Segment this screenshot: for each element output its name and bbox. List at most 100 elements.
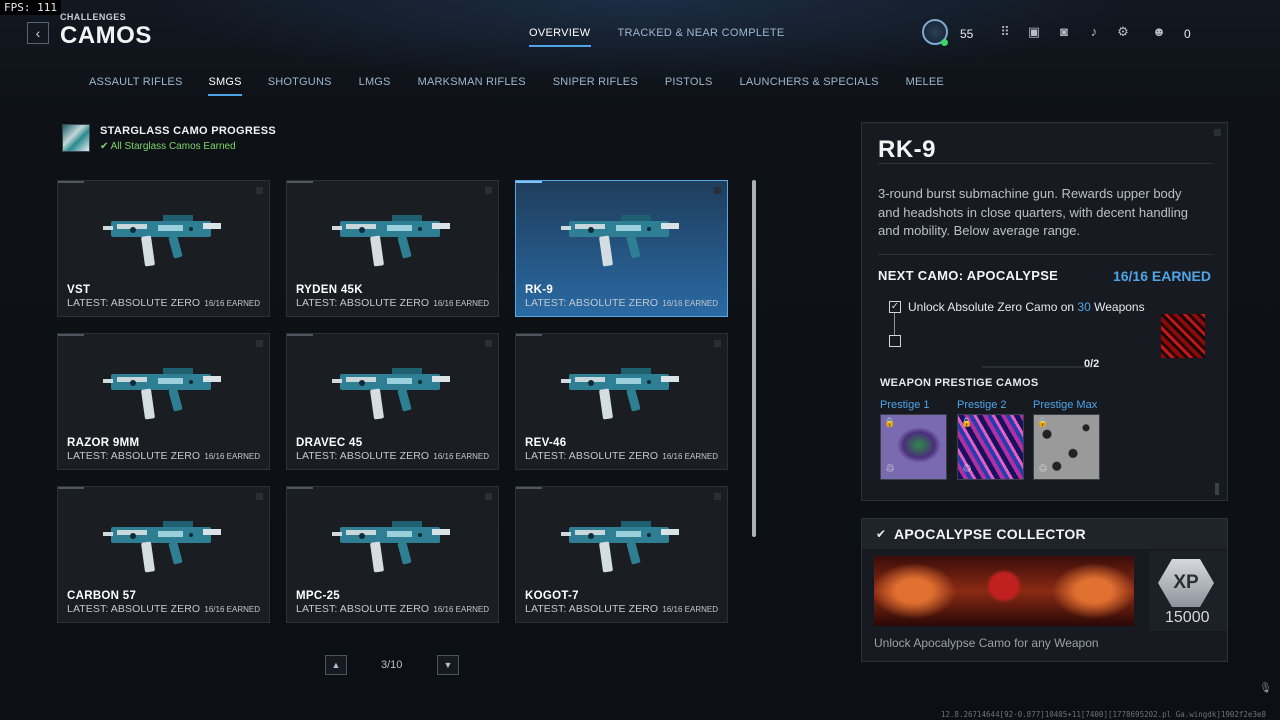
- prestige-icon: ♲: [962, 463, 972, 475]
- collector-reward-image: [874, 556, 1134, 626]
- weapon-earned-count: 16/16 EARNED: [204, 452, 260, 461]
- requirement-text-prefix: Unlock Absolute Zero Camo on: [908, 300, 1078, 314]
- weapon-card[interactable]: RAZOR 9MM LATEST: ABSOLUTE ZERO 16/16 EA…: [57, 333, 270, 470]
- tab-overview[interactable]: OVERVIEW: [529, 27, 591, 47]
- page-down-button[interactable]: ▼: [437, 655, 459, 675]
- divider: [878, 254, 1213, 255]
- weapon-detail-panel: RK-9 3-round burst submachine gun. Rewar…: [861, 122, 1228, 501]
- chevron-up-icon: ▲: [331, 660, 341, 670]
- grid-menu-icon[interactable]: ⠿: [998, 25, 1012, 39]
- card-progress-bar: [287, 487, 313, 489]
- detail-description: 3-round burst submachine gun. Rewards up…: [878, 186, 1189, 238]
- card-progress-bar: [58, 334, 84, 336]
- starglass-status: ✔ All Starglass Camos Earned: [100, 141, 236, 152]
- camo-earned-count: 16/16 EARNED: [1112, 268, 1211, 284]
- weapon-name: CARBON 57: [67, 590, 137, 602]
- weapon-latest-camo: LATEST: ABSOLUTE ZERO: [296, 297, 430, 309]
- page-up-button[interactable]: ▲: [325, 655, 347, 675]
- grid-scrollbar[interactable]: [752, 180, 756, 537]
- weapon-name: REV-46: [525, 437, 567, 449]
- weapon-card[interactable]: MPC-25 LATEST: ABSOLUTE ZERO 16/16 EARNE…: [286, 486, 499, 623]
- weapon-name: MPC-25: [296, 590, 340, 602]
- xp-reward-value: 15000: [1165, 609, 1210, 626]
- card-corner: [256, 493, 263, 500]
- card-corner: [256, 187, 263, 194]
- prestige-max-camo-tile[interactable]: 🔒 ♲: [1033, 414, 1100, 480]
- weapon-image: [561, 203, 686, 278]
- card-corner: [485, 187, 492, 194]
- notification-bell-icon[interactable]: ♪: [1087, 25, 1101, 39]
- chevron-left-icon: ‹: [35, 25, 41, 41]
- weapon-card[interactable]: CARBON 57 LATEST: ABSOLUTE ZERO 16/16 EA…: [57, 486, 270, 623]
- weapon-card[interactable]: RYDEN 45K LATEST: ABSOLUTE ZERO 16/16 EA…: [286, 180, 499, 317]
- xp-label: XP: [1173, 572, 1199, 593]
- back-button[interactable]: ‹: [27, 22, 49, 44]
- tab-shotguns[interactable]: SHOTGUNS: [268, 76, 332, 94]
- tab-melee[interactable]: MELEE: [906, 76, 944, 94]
- tab-smgs[interactable]: SMGS: [208, 76, 242, 96]
- starglass-title: STARGLASS CAMO PROGRESS: [100, 125, 276, 137]
- settings-gear-icon[interactable]: ⚙: [1116, 25, 1130, 39]
- requirement-count: 30: [1077, 300, 1091, 314]
- weapon-image: [332, 203, 457, 278]
- tab-sniper-rifles[interactable]: SNIPER RIFLES: [553, 76, 638, 94]
- panel-corner: [1214, 129, 1221, 136]
- weapon-image: [332, 509, 457, 584]
- online-status-icon: [941, 39, 948, 46]
- party-count: 0: [1184, 27, 1191, 41]
- checkbox-checked-icon: ✓: [889, 301, 901, 313]
- store-icon[interactable]: ▣: [1027, 25, 1041, 39]
- card-progress-bar: [58, 487, 84, 489]
- requirement-progress: 0/2: [1084, 358, 1100, 370]
- card-corner: [714, 493, 721, 500]
- tab-assault-rifles[interactable]: ASSAULT RIFLES: [89, 76, 182, 94]
- card-corner: [256, 340, 263, 347]
- weapon-name: RK-9: [525, 284, 554, 296]
- tab-launchers-specials[interactable]: LAUNCHERS & SPECIALS: [740, 76, 879, 94]
- weapon-card[interactable]: RK-9 LATEST: ABSOLUTE ZERO 16/16 EARNED: [515, 180, 728, 317]
- weapon-image: [561, 356, 686, 431]
- tab-pistols[interactable]: PISTOLS: [665, 76, 713, 94]
- weapon-card[interactable]: KOGOT-7 LATEST: ABSOLUTE ZERO 16/16 EARN…: [515, 486, 728, 623]
- prestige-2-camo-tile[interactable]: 🔒 ♲: [957, 414, 1024, 480]
- camera-icon[interactable]: ◙: [1057, 25, 1071, 39]
- prestige-1-camo-tile[interactable]: 🔒 ♲: [880, 414, 947, 480]
- card-corner: [714, 187, 721, 194]
- checkmark-icon: ✔: [100, 141, 111, 152]
- weapon-latest-camo: LATEST: ABSOLUTE ZERO: [67, 603, 201, 615]
- card-progress-bar: [287, 181, 313, 183]
- fps-counter: FPS: 111: [0, 0, 61, 15]
- starglass-camo-icon: [62, 124, 90, 152]
- collector-description: Unlock Apocalypse Camo for any Weapon: [874, 636, 1099, 650]
- tab-marksman-rifles[interactable]: MARKSMAN RIFLES: [418, 76, 526, 94]
- prestige-max-label: Prestige Max: [1033, 399, 1098, 411]
- tab-lmgs[interactable]: LMGS: [359, 76, 391, 94]
- checkmark-icon: ✔: [876, 527, 887, 541]
- build-info: 12.8.26714644[92-0.877]10405+11[7400][17…: [940, 710, 1266, 719]
- weapon-image: [332, 356, 457, 431]
- weapon-earned-count: 16/16 EARNED: [433, 452, 489, 461]
- card-corner: [714, 340, 721, 347]
- top-tabs: OVERVIEW TRACKED & NEAR COMPLETE: [529, 27, 785, 47]
- next-camo-title: NEXT CAMO: APOCALYPSE: [878, 268, 1059, 283]
- weapon-card[interactable]: DRAVEC 45 LATEST: ABSOLUTE ZERO 16/16 EA…: [286, 333, 499, 470]
- prestige-icon: ♲: [1038, 463, 1048, 475]
- chevron-down-icon: ▼: [443, 660, 453, 670]
- card-progress-bar: [516, 487, 542, 489]
- lock-icon: 🔒: [961, 417, 973, 427]
- tab-tracked[interactable]: TRACKED & NEAR COMPLETE: [618, 27, 785, 44]
- weapon-image: [103, 509, 228, 584]
- detail-weapon-name: RK-9: [878, 136, 937, 163]
- party-icon[interactable]: ☻: [1152, 25, 1166, 39]
- card-corner: [485, 340, 492, 347]
- weapon-card[interactable]: REV-46 LATEST: ABSOLUTE ZERO 16/16 EARNE…: [515, 333, 728, 470]
- prestige-1-label: Prestige 1: [880, 399, 930, 411]
- apocalypse-camo-swatch[interactable]: [1161, 314, 1205, 358]
- weapon-card[interactable]: VST LATEST: ABSOLUTE ZERO 16/16 EARNED: [57, 180, 270, 317]
- microphone-icon: 🎙: [1259, 683, 1272, 694]
- weapon-latest-camo: LATEST: ABSOLUTE ZERO: [67, 450, 201, 462]
- collector-challenge-panel[interactable]: ✔ APOCALYPSE COLLECTOR XP 15000 Unlock A…: [861, 518, 1228, 662]
- checklist-connector: [894, 313, 895, 335]
- prestige-2-label: Prestige 2: [957, 399, 1007, 411]
- weapon-earned-count: 16/16 EARNED: [204, 605, 260, 614]
